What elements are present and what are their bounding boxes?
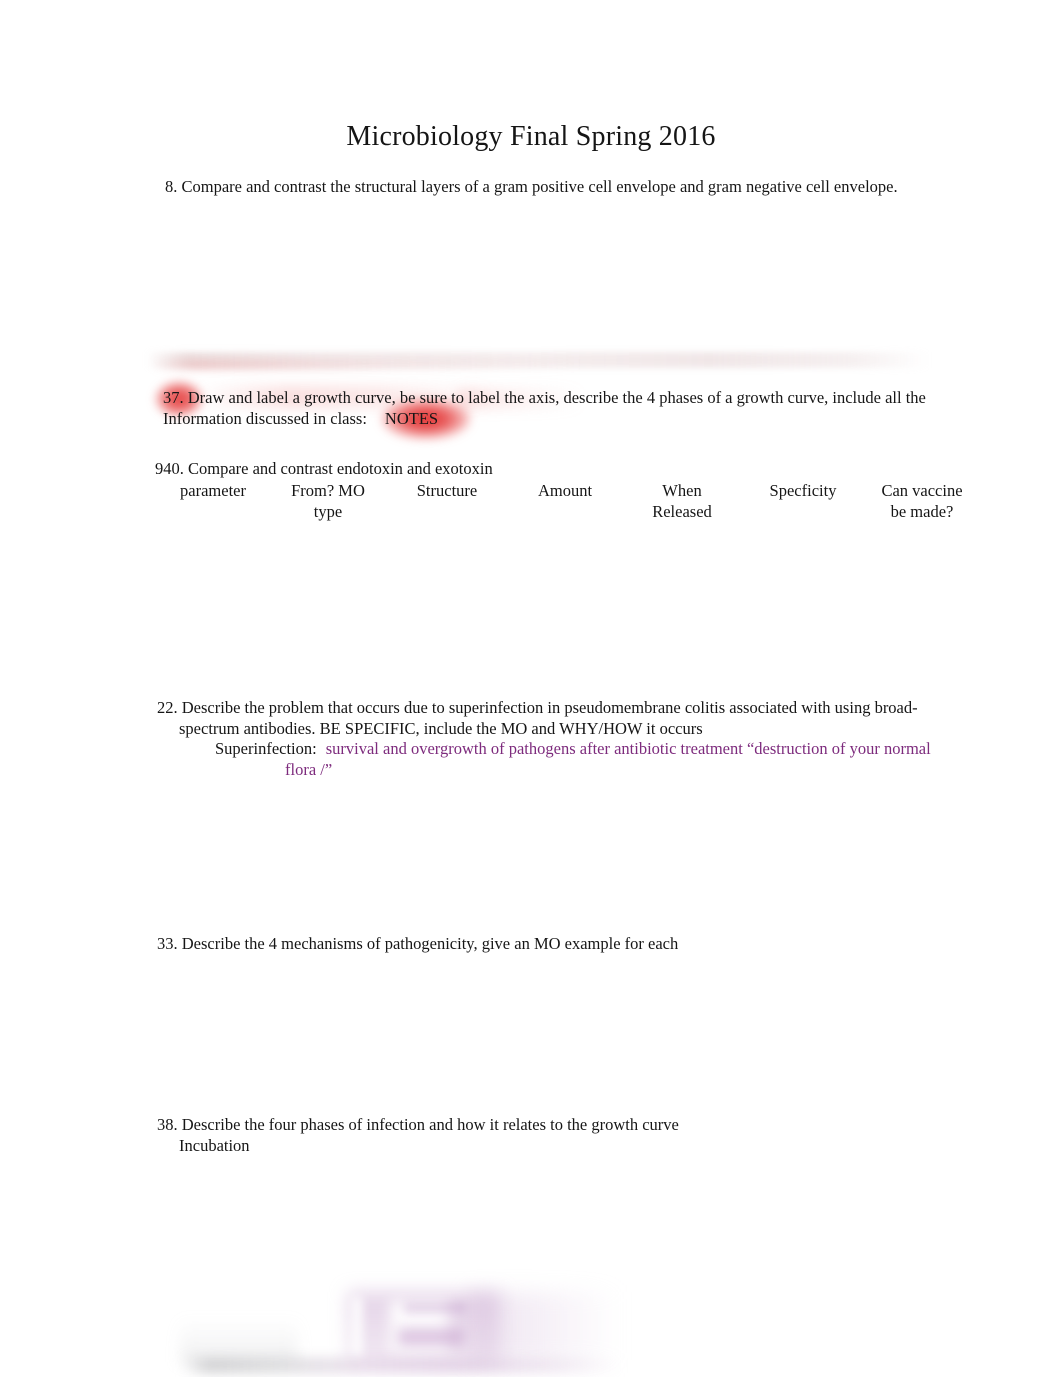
question-37-notes-label: NOTES [384, 408, 439, 428]
question-22-superinfection-label: Superinfection: [215, 739, 317, 758]
question-8: 8. Compare and contrast the structural l… [165, 177, 965, 198]
question-37-line-2: Information discussed in class: NOTES [163, 409, 983, 430]
question-38: 38. Describe the four phases of infectio… [157, 1115, 957, 1156]
document-page: Microbiology Final Spring 2016 8. Compar… [0, 0, 1062, 1377]
question-33-line-1: 33. Describe the 4 mechanisms of pathoge… [157, 934, 679, 953]
table-column-header-source: From? MO type [291, 481, 365, 521]
bottom-blur-artifact-grey [180, 1318, 298, 1362]
table-column-header-structure: Structure [416, 481, 478, 500]
smudge-band-artifact [146, 352, 930, 368]
table-column-header-specficity: Specficity [769, 481, 837, 500]
question-37-line-2-text: Information discussed in class: [163, 408, 367, 428]
page-title: Microbiology Final Spring 2016 [346, 121, 716, 152]
question-8-line-1: 8. Compare and contrast the structural l… [165, 177, 898, 196]
question-37: 37. Draw and label a growth curve, be su… [163, 388, 983, 429]
table-column-header-when-released: When Released [652, 481, 712, 521]
bottom-blur-artifact-bar-top [404, 1303, 466, 1313]
question-940-line-1: 940. Compare and contrast endotoxin and … [155, 459, 493, 478]
question-38-line-2: Incubation [179, 1135, 250, 1155]
question-22-handwritten-answer-line-2: flora /” [285, 759, 333, 779]
question-940: 940. Compare and contrast endotoxin and … [155, 459, 975, 480]
table-column-header-can-vaccine-be-made: Can vaccine be made? [881, 481, 963, 521]
question-37-line-1: 37. Draw and label a growth curve, be su… [163, 388, 926, 407]
question-33: 33. Describe the 4 mechanisms of pathoge… [157, 934, 957, 955]
bottom-blur-artifact-baseline [182, 1358, 622, 1373]
bottom-blur-artifact-right [470, 1292, 620, 1360]
question-22-line-3: Superinfection: survival and overgrowth o… [157, 739, 987, 760]
question-22-handwritten-answer-line-1: survival and overgrowth of pathogens aft… [325, 739, 931, 758]
question-22: 22. Describe the problem that occurs due… [157, 698, 987, 780]
table-column-header-amount: Amount [537, 481, 593, 500]
smudge-band-artifact-secondary [152, 359, 582, 371]
table-column-header-parameter: parameter [180, 481, 246, 500]
bottom-blur-artifact-main [348, 1292, 500, 1364]
bottom-blur-artifact-highlight [390, 1300, 448, 1354]
question-38-line-1: 38. Describe the four phases of infectio… [157, 1115, 679, 1134]
question-22-line-1: 22. Describe the problem that occurs due… [157, 698, 918, 717]
bottom-blur-artifact-gap [352, 1297, 362, 1359]
bottom-blur-artifact-bar [398, 1328, 464, 1346]
question-22-line-2: spectrum antibodies. BE SPECIFIC, includ… [179, 718, 703, 738]
